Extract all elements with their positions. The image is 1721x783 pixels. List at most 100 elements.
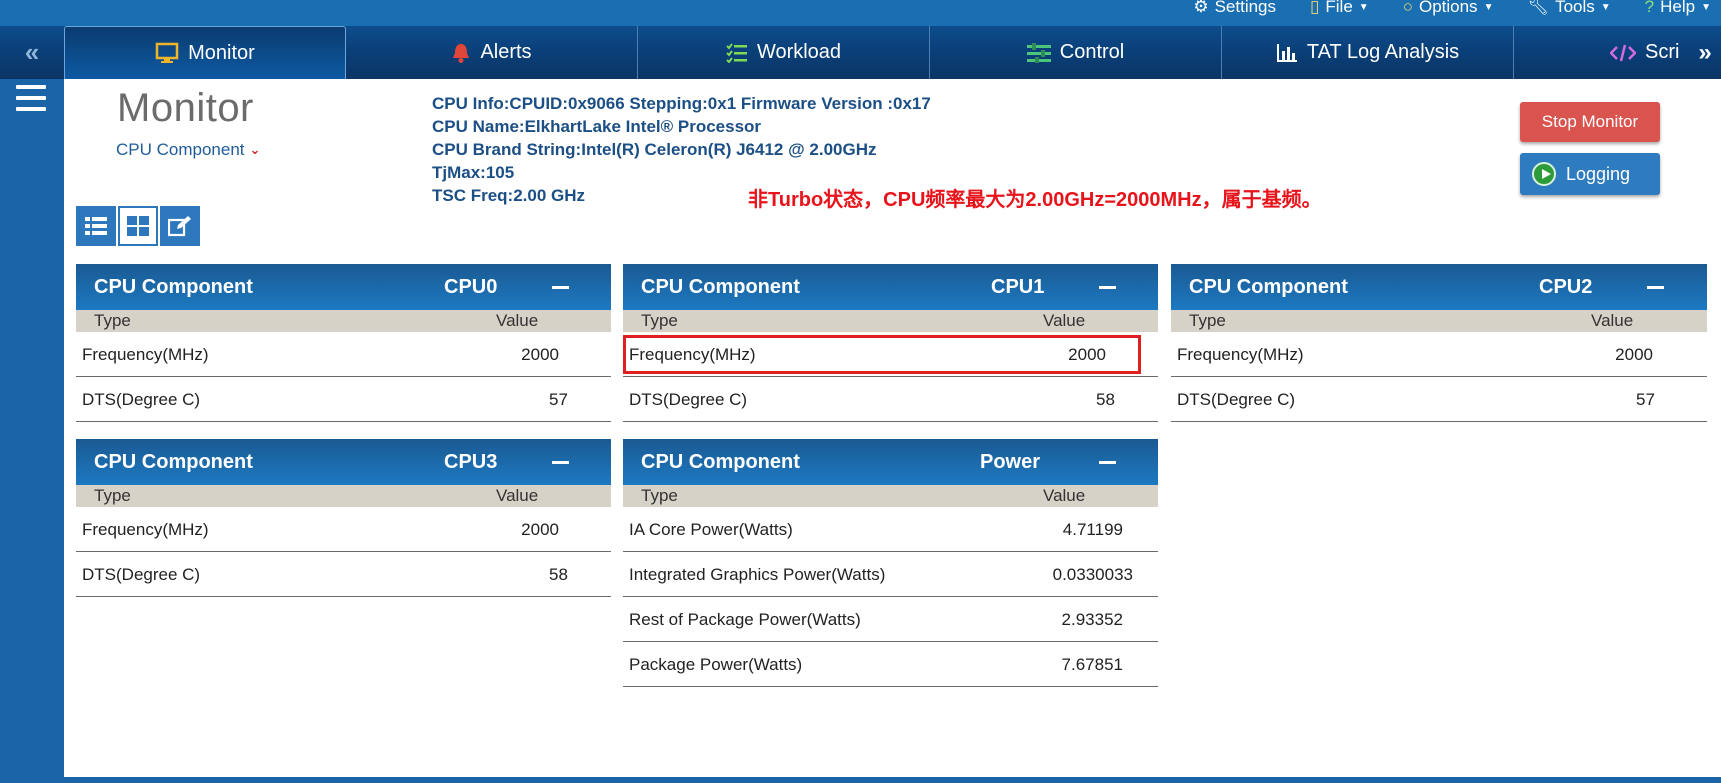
table-row: Package Power(Watts) 7.67851 (623, 642, 1158, 687)
tab-monitor[interactable]: Monitor (64, 26, 346, 79)
row-type: Integrated Graphics Power(Watts) (629, 565, 886, 584)
panel-title: CPU Component (641, 275, 800, 298)
tab-tat-log-analysis[interactable]: TAT Log Analysis (1222, 26, 1514, 79)
chevron-down-icon: ▼ (1600, 1, 1611, 13)
file-icon: ▯ (1310, 0, 1320, 16)
cpu-info-line: CPU Info:CPUID:0x9066 Stepping:0x1 Firmw… (432, 94, 931, 113)
top-menu: ⚙ Settings ▯ File ▼ ○ Options ▼ 🔧︎ Tools… (1193, 0, 1711, 26)
bell-icon (453, 43, 470, 63)
tab-control-label: Control (1059, 41, 1125, 63)
type-column-header: Type (1189, 311, 1226, 330)
panel-title: CPU Component (1189, 275, 1348, 298)
left-rail (0, 79, 64, 783)
row-value: 0.0330033 (1052, 565, 1133, 584)
cpu-name-line: CPU Name:ElkhartLake Intel® Processor (432, 117, 762, 136)
menu-settings[interactable]: ⚙ Settings (1193, 0, 1276, 17)
row-value: 58 (1096, 390, 1115, 409)
panel-name: CPU1 (991, 275, 1045, 298)
row-type: DTS(Degree C) (629, 390, 748, 409)
panel-header: CPU Component Power (623, 439, 1158, 485)
hamburger-menu-icon[interactable] (16, 85, 46, 111)
tjmax-line: TjMax:105 (432, 163, 515, 182)
menu-file[interactable]: ▯ File ▼ (1310, 0, 1369, 17)
panel-name: CPU0 (444, 275, 498, 298)
cpu-brand-line: CPU Brand String:Intel(R) Celeron(R) J64… (432, 140, 877, 159)
table-row: DTS(Degree C) 58 (623, 377, 1158, 422)
panel-header: CPU Component CPU0 (76, 264, 611, 310)
row-value: 57 (1636, 390, 1655, 409)
panel-header: CPU Component CPU3 (76, 439, 611, 485)
menu-options-label: Options (1418, 0, 1478, 16)
collapse-icon[interactable] (1099, 461, 1116, 464)
tab-bar: « Monitor Alerts Workload Control TAT Lo… (0, 26, 1721, 79)
row-value: 4.71199 (1062, 520, 1123, 539)
column-header: Type Value (76, 310, 611, 332)
monitor-icon (155, 42, 179, 63)
menu-tools-label: Tools (1555, 0, 1595, 16)
menu-options[interactable]: ○ Options ▼ (1403, 0, 1494, 17)
row-type: Frequency(MHz) (82, 520, 209, 539)
tab-workload[interactable]: Workload (638, 26, 930, 79)
wrench-icon: 🔧︎ (1527, 0, 1550, 16)
chevron-down-icon: ▼ (1483, 1, 1494, 13)
row-type: DTS(Degree C) (82, 390, 201, 409)
tab-monitor-label: Monitor (188, 41, 255, 64)
table-row: Frequency(MHz) 2000 (76, 507, 611, 552)
list-view-button[interactable] (76, 206, 116, 246)
edit-view-button[interactable] (160, 206, 200, 246)
panel-name: CPU3 (444, 450, 498, 473)
stop-monitor-button[interactable]: Stop Monitor (1520, 102, 1660, 142)
column-header: Type Value (76, 485, 611, 507)
row-value: 2000 (521, 520, 559, 539)
table-row: DTS(Degree C) 57 (1171, 377, 1707, 422)
grid-view-button[interactable] (118, 206, 158, 246)
row-type: DTS(Degree C) (1177, 390, 1296, 409)
table-row: Frequency(MHz) 2000 (76, 332, 611, 377)
code-icon (1610, 44, 1636, 61)
table-row: Rest of Package Power(Watts) 2.93352 (623, 597, 1158, 642)
table-row: DTS(Degree C) 58 (76, 552, 611, 597)
chevron-down-icon: ⌄ (249, 142, 261, 157)
table-row: Frequency(MHz) 2000 (1171, 332, 1707, 377)
table-row: IA Core Power(Watts) 4.71199 (623, 507, 1158, 552)
logging-button-label: Logging (1566, 163, 1631, 184)
bar-chart-icon (1276, 43, 1297, 62)
top-menu-bar: ⚙ Settings ▯ File ▼ ○ Options ▼ 🔧︎ Tools… (0, 0, 1721, 26)
menu-file-label: File (1325, 0, 1353, 16)
collapse-icon[interactable] (1099, 286, 1116, 289)
tab-alerts[interactable]: Alerts (346, 26, 638, 79)
row-type: Rest of Package Power(Watts) (629, 610, 861, 629)
collapse-icon[interactable] (552, 461, 569, 464)
checklist-icon (726, 42, 747, 63)
table-row: DTS(Degree C) 57 (76, 377, 611, 422)
column-header: Type Value (1171, 310, 1707, 332)
page-title: Monitor (117, 86, 254, 130)
tab-tat-log-analysis-label: TAT Log Analysis (1306, 41, 1460, 63)
column-header: Type Value (623, 310, 1158, 332)
menu-tools[interactable]: 🔧︎ Tools ▼ (1527, 0, 1610, 17)
panel-title: CPU Component (94, 450, 253, 473)
scroll-left-icon[interactable]: « (0, 26, 64, 79)
value-column-header: Value (496, 486, 539, 505)
row-value: 58 (549, 565, 568, 584)
menu-help-label: Help (1660, 0, 1696, 16)
tab-script-label: Scri (1645, 41, 1680, 63)
gear-icon: ⚙ (1193, 0, 1209, 16)
collapse-icon[interactable] (1647, 286, 1664, 289)
tab-control[interactable]: Control (930, 26, 1222, 79)
collapse-icon[interactable] (552, 286, 569, 289)
type-column-header: Type (641, 311, 678, 330)
scroll-right-icon[interactable]: » (1690, 26, 1720, 79)
type-column-header: Type (641, 486, 678, 505)
component-dropdown[interactable]: CPU Component ⌄ (116, 140, 260, 160)
panel-name: Power (980, 450, 1041, 473)
view-toggle-group (76, 206, 200, 246)
tab-script[interactable]: Scri (1514, 26, 1690, 79)
panel-cpu3: CPU Component CPU3 Type Value Frequency(… (76, 439, 611, 597)
panel-power: CPU Component Power Type Value IA Core P… (623, 439, 1158, 687)
row-value: 2.93352 (1061, 610, 1123, 629)
type-column-header: Type (94, 311, 131, 330)
logging-button[interactable]: Logging (1520, 153, 1660, 195)
play-icon (1532, 162, 1556, 186)
menu-help[interactable]: ? Help ▼ (1645, 0, 1711, 17)
